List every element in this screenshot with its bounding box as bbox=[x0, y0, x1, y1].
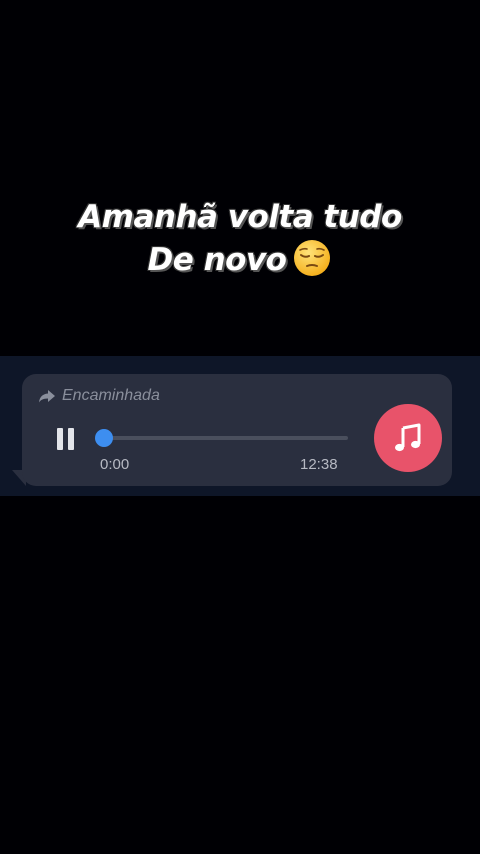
elapsed-time: 0:00 bbox=[100, 456, 130, 473]
pause-icon-bar-right bbox=[67, 428, 74, 450]
caption-overlay: Amanhã volta tudo De novo bbox=[0, 196, 480, 281]
caption-line-2-text: De novo bbox=[147, 242, 287, 278]
forwarded-header: Encaminhada bbox=[38, 385, 160, 407]
music-note-button[interactable] bbox=[374, 404, 442, 472]
caption-line-1: Amanhã volta tudo bbox=[78, 199, 402, 235]
forwarded-label: Encaminhada bbox=[62, 387, 160, 404]
caption-line-2: De novo bbox=[0, 238, 480, 281]
pause-icon-bar-left bbox=[56, 428, 63, 450]
total-duration: 12:38 bbox=[300, 456, 338, 473]
audio-scrub-handle[interactable] bbox=[95, 429, 113, 447]
audio-progress-track[interactable] bbox=[95, 429, 348, 447]
video-frame: Amanhã volta tudo De novo Encaminhada 0:… bbox=[0, 0, 480, 854]
pause-button[interactable] bbox=[50, 424, 80, 454]
music-note-icon bbox=[395, 423, 421, 452]
pensive-face-emoji-icon bbox=[294, 240, 331, 276]
forward-arrow-icon bbox=[39, 390, 55, 403]
